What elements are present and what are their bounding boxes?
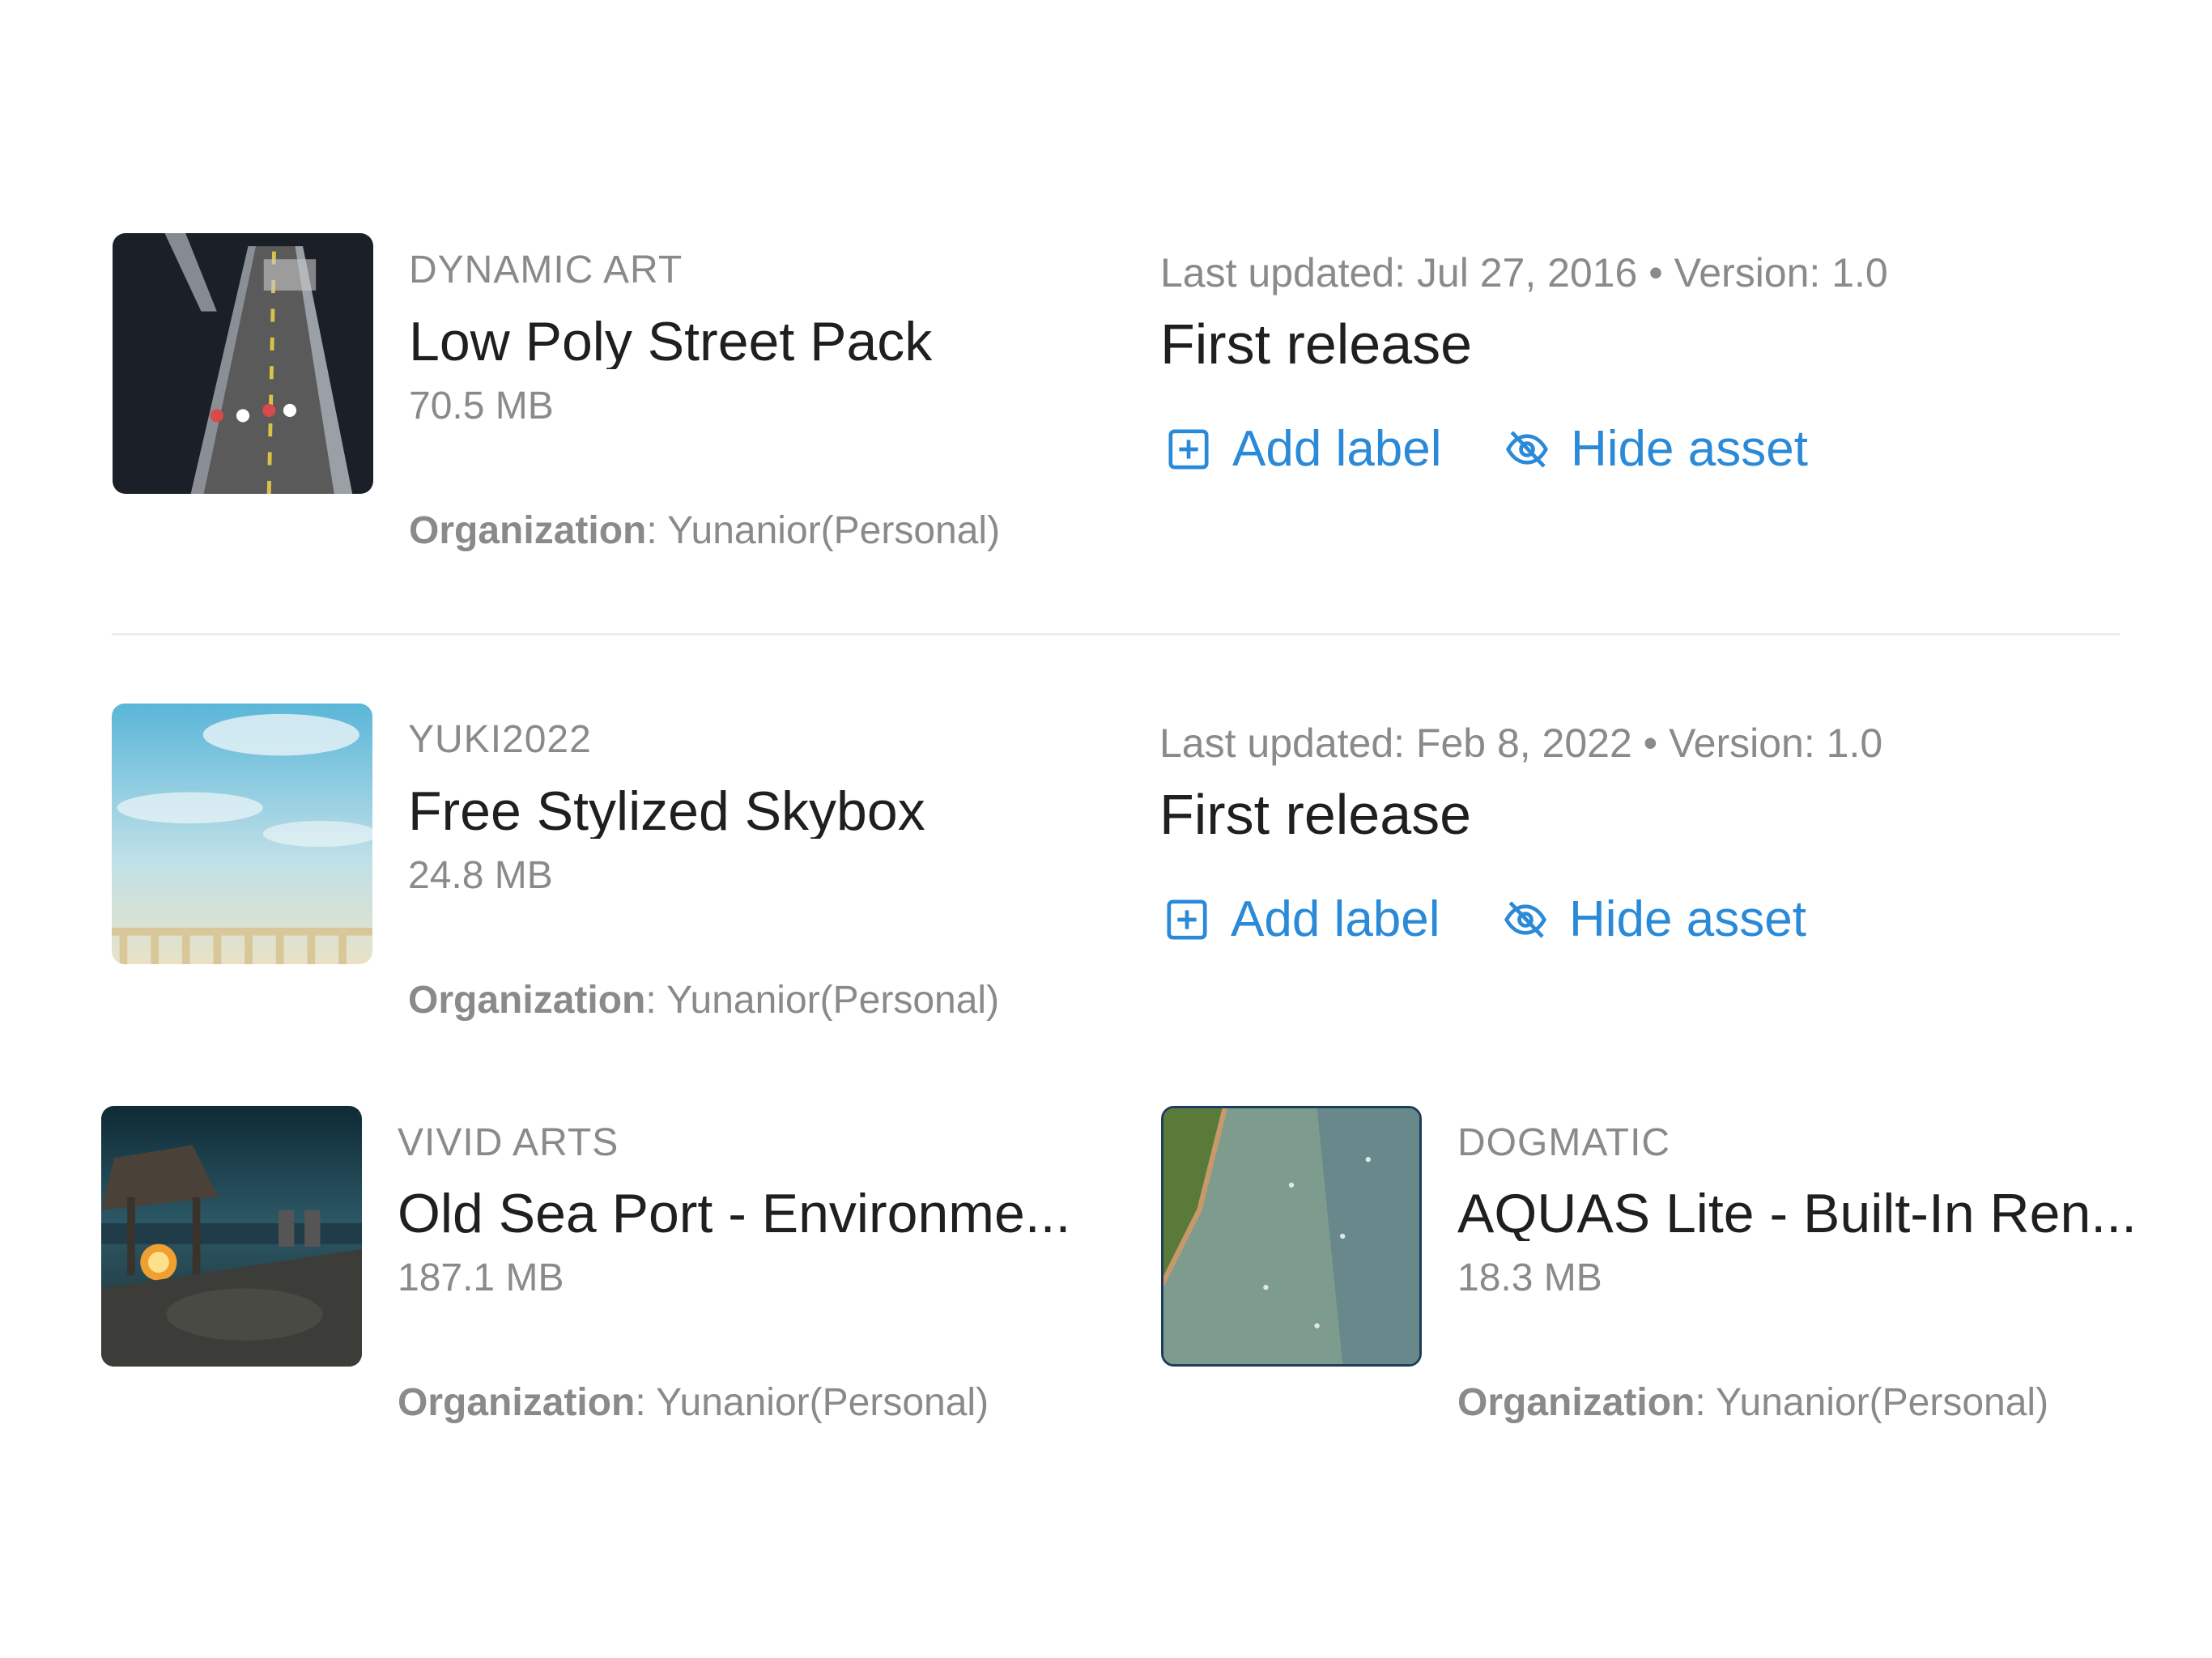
add-box-icon bbox=[1164, 897, 1210, 942]
organization-value: : Yunanior(Personal) bbox=[635, 1381, 989, 1424]
eye-off-icon bbox=[1503, 897, 1548, 942]
add-box-icon bbox=[1166, 427, 1211, 472]
last-updated-version: Last updated: Feb 8, 2022 • Version: 1.0 bbox=[1159, 721, 1883, 766]
organization-label: Organization bbox=[398, 1381, 636, 1424]
asset-thumbnail[interactable] bbox=[1161, 1106, 1422, 1367]
add-label-button[interactable]: Add label bbox=[1164, 895, 1440, 945]
organization-value: : Yunanior(Personal) bbox=[1695, 1381, 2049, 1424]
hide-asset-button[interactable]: Hide asset bbox=[1503, 895, 1806, 945]
asset-thumbnail[interactable] bbox=[112, 704, 372, 964]
organization: Organization: Yunanior(Personal) bbox=[408, 981, 999, 1020]
organization: Organization: Yunanior(Personal) bbox=[1457, 1384, 2048, 1422]
add-label-text: Add label bbox=[1232, 421, 1442, 477]
add-label-button[interactable]: Add label bbox=[1166, 424, 1442, 474]
organization-label: Organization bbox=[1457, 1381, 1695, 1424]
publisher-name: YUKI2022 bbox=[408, 718, 592, 761]
row-divider bbox=[112, 633, 2120, 636]
organization-value: : Yunanior(Personal) bbox=[646, 509, 1001, 552]
last-updated-version: Last updated: Jul 27, 2016 • Version: 1.… bbox=[1160, 250, 1888, 295]
asset-size: 187.1 MB bbox=[398, 1256, 564, 1299]
organization: Organization: Yunanior(Personal) bbox=[409, 512, 1000, 551]
eye-off-icon bbox=[1504, 427, 1550, 472]
organization-value: : Yunanior(Personal) bbox=[645, 979, 1000, 1022]
organization-label: Organization bbox=[408, 979, 646, 1022]
hide-asset-text: Hide asset bbox=[1571, 421, 1808, 477]
publisher-name: DOGMATIC bbox=[1457, 1121, 1671, 1164]
add-label-text: Add label bbox=[1231, 891, 1440, 947]
organization-label: Organization bbox=[409, 509, 647, 552]
publisher-name: DYNAMIC ART bbox=[409, 249, 683, 291]
asset-size: 18.3 MB bbox=[1457, 1256, 1602, 1299]
asset-title[interactable]: Old Sea Port - Environme... bbox=[398, 1186, 1070, 1241]
release-notes: First release bbox=[1160, 312, 1473, 376]
hide-asset-button[interactable]: Hide asset bbox=[1504, 424, 1808, 474]
asset-thumbnail[interactable] bbox=[113, 233, 373, 494]
organization: Organization: Yunanior(Personal) bbox=[398, 1384, 989, 1422]
asset-title[interactable]: Free Stylized Skybox bbox=[408, 784, 925, 839]
asset-thumbnail[interactable] bbox=[101, 1106, 362, 1367]
release-notes: First release bbox=[1159, 783, 1472, 846]
publisher-name: VIVID ARTS bbox=[398, 1121, 619, 1164]
asset-size: 24.8 MB bbox=[408, 854, 553, 897]
asset-title[interactable]: AQUAS Lite - Built-In Ren... bbox=[1457, 1186, 2137, 1241]
asset-title[interactable]: Low Poly Street Pack bbox=[409, 314, 932, 369]
asset-size: 70.5 MB bbox=[409, 385, 554, 427]
hide-asset-text: Hide asset bbox=[1569, 891, 1806, 947]
